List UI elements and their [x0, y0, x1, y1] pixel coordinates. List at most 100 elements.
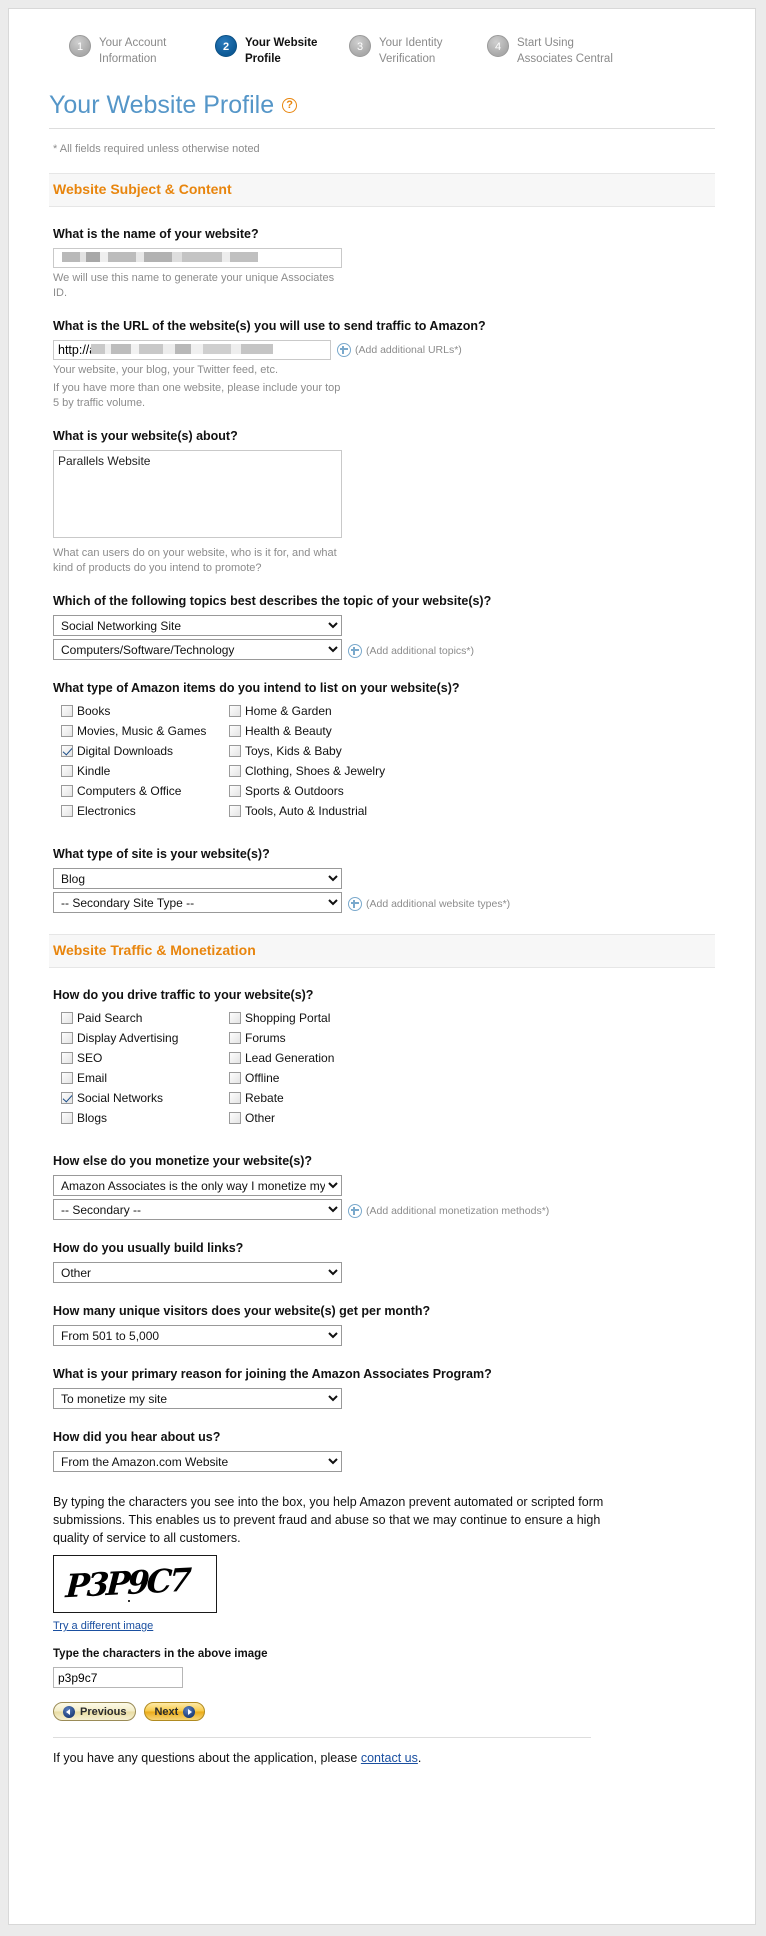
hear-about-us-select[interactable]: From the Amazon.com Website: [53, 1451, 342, 1472]
website-topics-question: Which of the following topics best descr…: [53, 594, 492, 608]
checkbox-icon[interactable]: [229, 1072, 241, 1084]
page-title-text: Your Website Profile: [49, 91, 275, 119]
checkbox-item[interactable]: Home & Garden: [229, 703, 715, 719]
progress-step-1[interactable]: 1 Your Account Information: [69, 35, 195, 67]
previous-button[interactable]: Previous: [53, 1702, 137, 1721]
checkbox-item[interactable]: Toys, Kids & Baby: [229, 743, 715, 759]
checkbox-label: Movies, Music & Games: [77, 724, 207, 738]
checkbox-icon[interactable]: [229, 705, 241, 717]
checkbox-item[interactable]: Clothing, Shoes & Jewelry: [229, 763, 715, 779]
help-icon[interactable]: ?: [282, 98, 298, 113]
checkbox-item[interactable]: Health & Beauty: [229, 723, 715, 739]
section-header-traffic-monetization: Website Traffic & Monetization: [49, 934, 715, 968]
try-different-image-link[interactable]: Try a different image: [53, 1620, 153, 1632]
checkbox-icon-checked[interactable]: [61, 1092, 73, 1104]
checkbox-icon[interactable]: [229, 1052, 241, 1064]
checkbox-item[interactable]: Shopping Portal: [229, 1010, 715, 1026]
checkbox-icon[interactable]: [61, 1112, 73, 1124]
monetization-secondary-select[interactable]: -- Secondary --: [53, 1199, 342, 1220]
checkbox-item[interactable]: SEO: [61, 1050, 229, 1066]
progress-step-2[interactable]: 2 Your Website Profile: [215, 35, 329, 67]
field-amazon-items: What type of Amazon items do you intend …: [53, 681, 715, 819]
checkbox-item[interactable]: Offline: [229, 1070, 715, 1086]
monetization-primary-select[interactable]: Amazon Associates is the only way I mone…: [53, 1175, 342, 1196]
topic-primary-select[interactable]: Social Networking Site: [53, 615, 342, 636]
checkbox-icon[interactable]: [61, 1012, 73, 1024]
step-label-1: Your Account Information: [99, 37, 167, 65]
progress-step-3[interactable]: 3 Your Identity Verification: [349, 35, 467, 67]
field-primary-reason: What is your primary reason for joining …: [53, 1367, 715, 1412]
site-type-secondary-select[interactable]: -- Secondary Site Type --: [53, 892, 342, 913]
checkbox-item[interactable]: Blogs: [61, 1110, 229, 1126]
checkbox-item[interactable]: Computers & Office: [61, 783, 229, 799]
website-url-input[interactable]: [53, 340, 331, 360]
add-additional-topics[interactable]: (Add additional topics*): [348, 644, 474, 658]
checkbox-icon[interactable]: [61, 725, 73, 737]
checkbox-item[interactable]: Movies, Music & Games: [61, 723, 229, 739]
checkbox-icon[interactable]: [61, 785, 73, 797]
footer-text-after: .: [417, 1751, 422, 1765]
checkbox-icon[interactable]: [61, 1052, 73, 1064]
checkbox-label: Paid Search: [77, 1011, 143, 1025]
checkbox-icon[interactable]: [61, 765, 73, 777]
checkbox-icon[interactable]: [61, 1032, 73, 1044]
checkbox-icon[interactable]: [229, 1032, 241, 1044]
checkbox-icon[interactable]: [229, 745, 241, 757]
footer-text-before: If you have any questions about the appl…: [53, 1751, 361, 1765]
arrow-right-icon: [183, 1705, 196, 1718]
checkbox-item[interactable]: Email: [61, 1070, 229, 1086]
unique-visitors-select[interactable]: From 501 to 5,000: [53, 1325, 342, 1346]
amazon-items-checkbox-grid: Books Home & Garden Movies, Music & Game…: [61, 703, 715, 819]
checkbox-item[interactable]: Kindle: [61, 763, 229, 779]
checkbox-label: Lead Generation: [245, 1051, 335, 1065]
plus-icon[interactable]: [348, 644, 362, 658]
checkbox-label: Electronics: [77, 804, 136, 818]
contact-us-link[interactable]: contact us: [361, 1751, 418, 1765]
progress-step-4[interactable]: 4 Start Using Associates Central: [487, 35, 621, 67]
checkbox-item[interactable]: Other: [229, 1110, 715, 1126]
checkbox-label: Shopping Portal: [245, 1011, 331, 1025]
build-links-select[interactable]: Other: [53, 1262, 342, 1283]
add-urls-label: (Add additional URLs*): [355, 344, 462, 356]
checkbox-item[interactable]: Digital Downloads: [61, 743, 229, 759]
website-about-textarea[interactable]: Parallels Website: [53, 450, 342, 538]
add-additional-monetization[interactable]: (Add additional monetization methods*): [348, 1204, 549, 1218]
checkbox-item[interactable]: Lead Generation: [229, 1050, 715, 1066]
checkbox-item[interactable]: Forums: [229, 1030, 715, 1046]
checkbox-label: Health & Beauty: [245, 724, 332, 738]
checkbox-icon[interactable]: [61, 1072, 73, 1084]
add-additional-urls[interactable]: (Add additional URLs*): [337, 343, 462, 357]
checkbox-icon[interactable]: [229, 765, 241, 777]
checkbox-item[interactable]: Electronics: [61, 803, 229, 819]
step-number-4: 4: [487, 35, 509, 57]
plus-icon[interactable]: [348, 1204, 362, 1218]
checkbox-icon-checked[interactable]: [61, 745, 73, 757]
navigation-buttons: Previous Next: [53, 1702, 715, 1721]
checkbox-icon[interactable]: [229, 1092, 241, 1104]
checkbox-item[interactable]: Rebate: [229, 1090, 715, 1106]
checkbox-item[interactable]: Sports & Outdoors: [229, 783, 715, 799]
checkbox-label: Home & Garden: [245, 704, 332, 718]
checkbox-item[interactable]: Social Networks: [61, 1090, 229, 1106]
checkbox-icon[interactable]: [229, 1012, 241, 1024]
primary-reason-select[interactable]: To monetize my site: [53, 1388, 342, 1409]
add-additional-website-types[interactable]: (Add additional website types*): [348, 897, 510, 911]
checkbox-icon[interactable]: [229, 805, 241, 817]
plus-icon[interactable]: [337, 343, 351, 357]
field-website-name: What is the name of your website? We wil…: [53, 227, 715, 301]
next-button[interactable]: Next: [144, 1702, 206, 1721]
checkbox-icon[interactable]: [61, 805, 73, 817]
site-type-primary-select[interactable]: Blog: [53, 868, 342, 889]
topic-secondary-select[interactable]: Computers/Software/Technology: [53, 639, 342, 660]
checkbox-item[interactable]: Books: [61, 703, 229, 719]
checkbox-icon[interactable]: [61, 705, 73, 717]
checkbox-icon[interactable]: [229, 1112, 241, 1124]
checkbox-icon[interactable]: [229, 725, 241, 737]
checkbox-item[interactable]: Tools, Auto & Industrial: [229, 803, 715, 819]
checkbox-item[interactable]: Display Advertising: [61, 1030, 229, 1046]
captcha-input[interactable]: [53, 1667, 183, 1688]
checkbox-icon[interactable]: [229, 785, 241, 797]
checkbox-item[interactable]: Paid Search: [61, 1010, 229, 1026]
website-name-input[interactable]: [53, 248, 342, 268]
plus-icon[interactable]: [348, 897, 362, 911]
